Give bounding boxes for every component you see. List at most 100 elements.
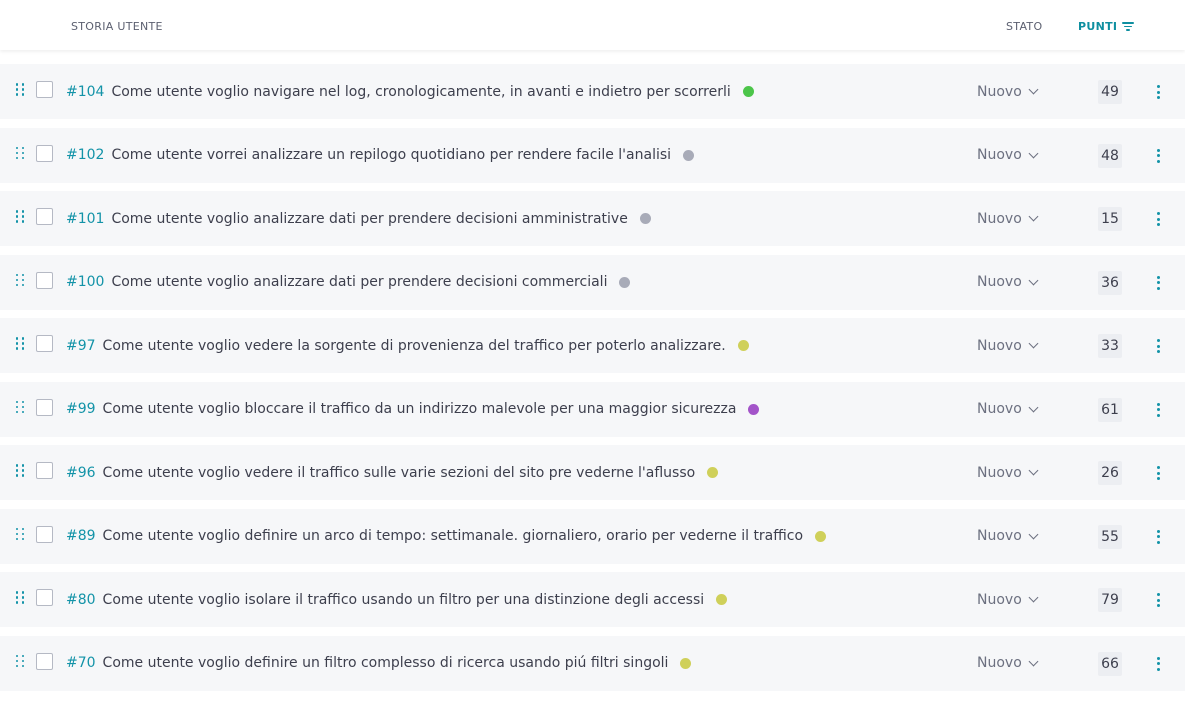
story-subject-link[interactable]: Come utente voglio navigare nel log, cro…	[111, 84, 730, 100]
drag-handle-icon[interactable]	[15, 400, 25, 418]
more-options-icon[interactable]	[1154, 147, 1162, 165]
row-select-checkbox[interactable]	[36, 589, 53, 606]
story-title: #102 Come utente vorrei analizzare un re…	[66, 128, 695, 183]
points-value[interactable]: 26	[1098, 461, 1122, 485]
points-value[interactable]: 15	[1098, 207, 1122, 231]
sort-filter-icon[interactable]	[1122, 22, 1135, 31]
story-subject-link[interactable]: Come utente voglio analizzare dati per p…	[111, 274, 607, 290]
status-dropdown[interactable]: Nuovo	[977, 318, 1039, 373]
row-select-checkbox[interactable]	[36, 81, 53, 98]
more-options-icon[interactable]	[1154, 655, 1162, 673]
story-title: #89 Come utente voglio definire un arco …	[66, 509, 827, 564]
chevron-down-icon	[1028, 465, 1039, 476]
story-ref-link[interactable]: #97	[66, 338, 96, 354]
status-dropdown[interactable]: Nuovo	[977, 382, 1039, 437]
user-story-row[interactable]: #104 Come utente voglio navigare nel log…	[0, 64, 1185, 119]
story-ref-link[interactable]: #104	[66, 84, 104, 100]
more-options-icon[interactable]	[1154, 274, 1162, 292]
row-select-checkbox[interactable]	[36, 271, 53, 289]
column-header-story[interactable]: STORIA UTENTE	[71, 20, 163, 33]
story-status-dot	[742, 86, 754, 97]
drag-handle-icon[interactable]	[15, 209, 25, 227]
user-story-row[interactable]: #96 Come utente voglio vedere il traffic…	[0, 445, 1185, 500]
column-header-points[interactable]: PUNTI	[1078, 20, 1135, 33]
row-select-checkbox[interactable]	[36, 208, 53, 225]
drag-handle-icon[interactable]	[15, 590, 25, 608]
story-ref-link[interactable]: #80	[66, 592, 96, 608]
more-options-icon[interactable]	[1154, 401, 1162, 419]
user-story-row[interactable]: #101 Come utente voglio analizzare dati …	[0, 191, 1185, 246]
status-dropdown[interactable]: Nuovo	[977, 255, 1039, 310]
user-story-row[interactable]: #70 Come utente voglio definire un filtr…	[0, 635, 1185, 691]
user-story-row[interactable]: #80 Come utente voglio isolare il traffi…	[0, 572, 1185, 627]
story-title: #96 Come utente voglio vedere il traffic…	[66, 445, 719, 500]
row-select-checkbox[interactable]	[36, 398, 53, 416]
story-status-dot	[748, 403, 760, 415]
more-options-icon[interactable]	[1154, 591, 1162, 609]
drag-handle-icon[interactable]	[15, 82, 25, 100]
story-subject-link[interactable]: Come utente voglio bloccare il traffico …	[103, 401, 737, 417]
row-select-checkbox[interactable]	[36, 652, 53, 670]
column-header-status[interactable]: STATO	[1006, 20, 1042, 33]
row-select-checkbox[interactable]	[36, 335, 53, 352]
status-dropdown[interactable]: Nuovo	[977, 64, 1039, 119]
story-ref-link[interactable]: #70	[66, 655, 96, 671]
points-value[interactable]: 55	[1098, 524, 1122, 549]
story-title: #80 Come utente voglio isolare il traffi…	[66, 572, 728, 627]
story-subject-link[interactable]: Come utente voglio definire un filtro co…	[103, 655, 669, 671]
points-value[interactable]: 48	[1098, 143, 1122, 168]
drag-handle-icon[interactable]	[15, 654, 25, 672]
story-status-dot	[619, 276, 631, 288]
more-options-icon[interactable]	[1154, 337, 1162, 355]
story-title: #70 Come utente voglio definire un filtr…	[66, 636, 692, 691]
chevron-down-icon	[1028, 529, 1039, 539]
status-dropdown[interactable]: Nuovo	[977, 572, 1039, 627]
story-title: #99 Come utente voglio bloccare il traff…	[66, 382, 760, 437]
more-options-icon[interactable]	[1154, 83, 1162, 101]
story-status-dot	[815, 530, 827, 542]
points-value[interactable]: 66	[1098, 651, 1122, 676]
story-subject-link[interactable]: Come utente vorrei analizzare un repilog…	[111, 147, 671, 163]
story-subject-link[interactable]: Come utente voglio vedere la sorgente di…	[103, 338, 726, 354]
drag-handle-icon[interactable]	[15, 336, 25, 354]
drag-handle-icon[interactable]	[15, 273, 25, 291]
drag-handle-icon[interactable]	[15, 527, 25, 545]
status-dropdown[interactable]: Nuovo	[977, 191, 1039, 246]
story-subject-link[interactable]: Come utente voglio vedere il traffico su…	[103, 465, 696, 481]
user-story-row[interactable]: #99 Come utente voglio bloccare il traff…	[0, 381, 1185, 437]
user-story-row[interactable]: #97 Come utente voglio vedere la sorgent…	[0, 318, 1185, 373]
story-ref-link[interactable]: #89	[66, 528, 96, 544]
status-label: Nuovo	[977, 274, 1022, 290]
status-dropdown[interactable]: Nuovo	[977, 509, 1039, 564]
more-options-icon[interactable]	[1154, 528, 1162, 546]
more-options-icon[interactable]	[1154, 464, 1162, 482]
points-value[interactable]: 61	[1098, 397, 1122, 422]
user-story-row[interactable]: #102 Come utente vorrei analizzare un re…	[0, 127, 1185, 183]
story-subject-link[interactable]: Come utente voglio definire un arco di t…	[103, 528, 804, 544]
user-story-row[interactable]: #100 Come utente voglio analizzare dati …	[0, 254, 1185, 310]
points-value[interactable]: 79	[1098, 588, 1122, 612]
more-options-icon[interactable]	[1154, 210, 1162, 228]
row-select-checkbox[interactable]	[36, 144, 53, 162]
user-story-row[interactable]: #89 Come utente voglio definire un arco …	[0, 508, 1185, 564]
drag-handle-icon[interactable]	[15, 146, 25, 164]
story-ref-link[interactable]: #102	[66, 147, 104, 163]
row-select-checkbox[interactable]	[36, 462, 53, 479]
points-value[interactable]: 33	[1098, 334, 1122, 358]
status-dropdown[interactable]: Nuovo	[977, 128, 1039, 183]
story-ref-link[interactable]: #100	[66, 274, 104, 290]
points-value[interactable]: 49	[1098, 80, 1122, 104]
row-select-checkbox[interactable]	[36, 525, 53, 543]
story-ref-link[interactable]: #99	[66, 401, 96, 417]
story-subject-link[interactable]: Come utente voglio analizzare dati per p…	[111, 211, 627, 227]
story-ref-link[interactable]: #101	[66, 211, 104, 227]
story-subject-link[interactable]: Come utente voglio isolare il traffico u…	[103, 592, 705, 608]
points-value[interactable]: 36	[1098, 270, 1122, 295]
status-label: Nuovo	[977, 83, 1022, 100]
status-label: Nuovo	[977, 528, 1022, 544]
status-dropdown[interactable]: Nuovo	[977, 636, 1039, 691]
status-dropdown[interactable]: Nuovo	[977, 445, 1039, 500]
drag-handle-icon[interactable]	[15, 463, 25, 481]
chevron-down-icon	[1028, 338, 1039, 349]
story-ref-link[interactable]: #96	[66, 465, 96, 481]
